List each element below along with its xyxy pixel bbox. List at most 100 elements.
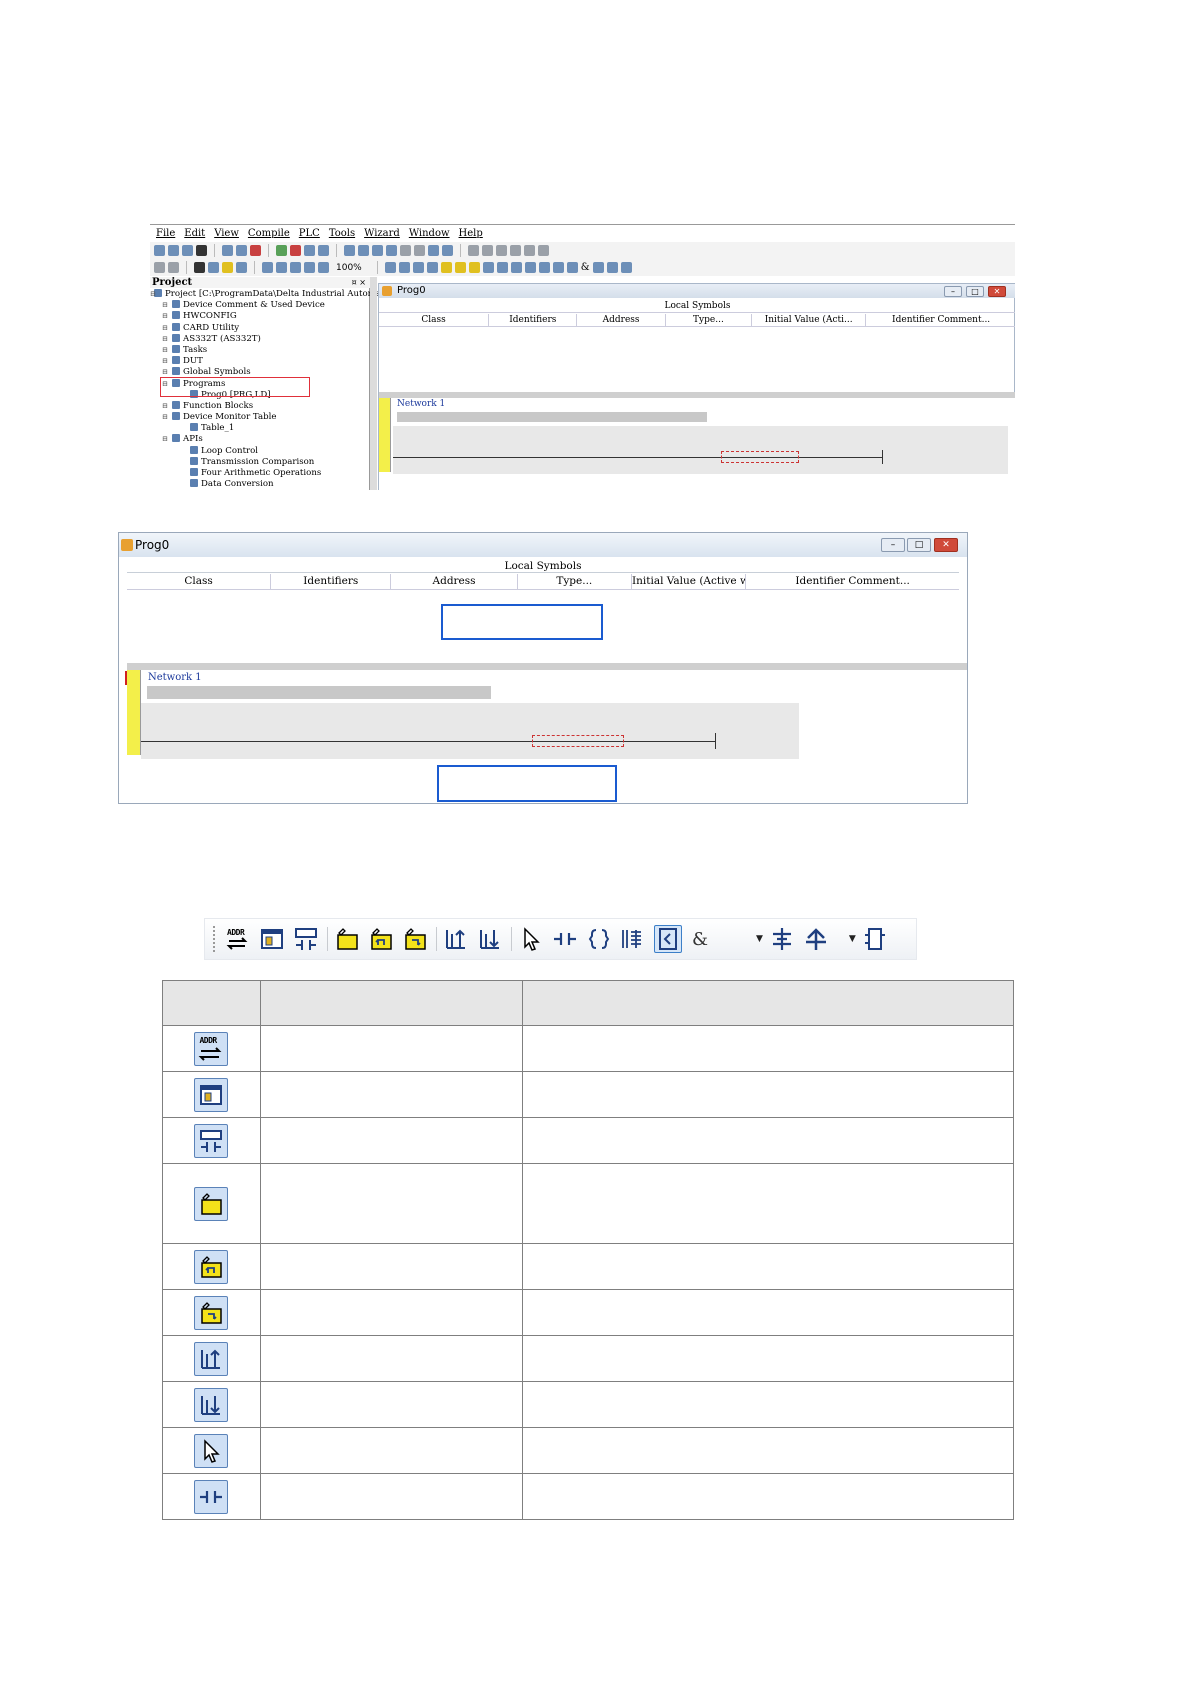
erase-icon[interactable]: [250, 245, 261, 256]
dropdown-arrow-icon[interactable]: ▼: [849, 934, 856, 944]
column-identifiers[interactable]: Identifiers: [489, 314, 578, 326]
tree-item[interactable]: ⊟ Device Monitor Table: [150, 412, 370, 423]
stop-icon[interactable]: [290, 245, 301, 256]
tree-item[interactable]: Table_1: [150, 423, 370, 434]
menu-plc[interactable]: PLC: [299, 228, 320, 239]
toolbar-disabled-icon[interactable]: [496, 245, 507, 256]
and-icon[interactable]: &: [581, 262, 590, 273]
tree-expander-icon[interactable]: ⊟: [162, 323, 168, 334]
tree-item[interactable]: Transmission Comparison: [150, 456, 370, 468]
run-icon[interactable]: [276, 245, 287, 256]
minimize-button[interactable]: –: [944, 286, 962, 297]
redo-network-icon[interactable]: [468, 262, 480, 273]
edit-network-icon[interactable]: [334, 926, 360, 952]
open-file-icon[interactable]: [168, 245, 179, 256]
upload-icon[interactable]: [358, 245, 369, 256]
find-icon[interactable]: [428, 245, 439, 256]
tree-expander-icon[interactable]: ⊟: [162, 334, 168, 345]
print-icon[interactable]: [196, 245, 207, 256]
tree-item[interactable]: ⊟ HWCONFIG: [150, 311, 370, 322]
insert-row-up-icon[interactable]: [443, 926, 469, 952]
ladder-editor[interactable]: Network 1: [379, 398, 1015, 490]
tree-expander-icon[interactable]: ⊟: [150, 289, 156, 300]
toolbar-disabled-icon[interactable]: [468, 245, 479, 256]
toolbar-disabled-icon[interactable]: [482, 245, 493, 256]
function-block-icon[interactable]: [654, 925, 682, 953]
tree-item[interactable]: ⊟ DUT: [150, 356, 370, 367]
addr-toggle-icon[interactable]: [384, 262, 396, 273]
api-instruction-icon[interactable]: [552, 262, 564, 273]
pin-close-icon[interactable]: ¤ ×: [352, 277, 370, 288]
menu-window[interactable]: Window: [409, 228, 450, 239]
contact-comment-icon[interactable]: [412, 262, 424, 273]
coil-icon[interactable]: [586, 926, 612, 952]
minimize-button[interactable]: –: [881, 538, 905, 552]
toolbar-disabled-icon[interactable]: [538, 245, 549, 256]
menu-file[interactable]: File: [156, 228, 175, 239]
panel-splitter[interactable]: [370, 277, 377, 490]
zoom-level[interactable]: 100%: [336, 263, 362, 273]
branch-up-icon[interactable]: [803, 926, 829, 952]
symbol-table-icon[interactable]: [259, 926, 285, 952]
edit-network-icon[interactable]: [440, 262, 452, 273]
and-icon[interactable]: &: [690, 926, 710, 952]
column-identifier-comment[interactable]: Identifier Comment...: [746, 574, 959, 589]
monitor-icon[interactable]: [318, 245, 329, 256]
tree-expander-icon[interactable]: ⊟: [162, 345, 168, 356]
delete-icon[interactable]: [236, 262, 247, 273]
select-pointer-icon[interactable]: [510, 262, 522, 273]
tree-expander-icon[interactable]: ⊟: [162, 356, 168, 367]
paste-icon[interactable]: [222, 262, 233, 273]
zoom-out-icon[interactable]: [318, 262, 329, 273]
api-instruction-icon[interactable]: [620, 926, 646, 952]
column-class[interactable]: Class: [127, 574, 272, 589]
tree-expander-icon[interactable]: ⊟: [162, 401, 168, 412]
toolbar-disabled-icon[interactable]: [524, 245, 535, 256]
menu-wizard[interactable]: Wizard: [364, 228, 400, 239]
branch-up-icon[interactable]: [606, 262, 618, 273]
close-button[interactable]: ✕: [934, 538, 958, 552]
tree-item[interactable]: Data Conversion: [150, 479, 370, 490]
tree-expander-icon[interactable]: ⊟: [162, 434, 168, 445]
settings-icon[interactable]: [442, 245, 453, 256]
tree-item[interactable]: ⊟ Project [C:\ProgramData\Delta Industria…: [150, 289, 398, 300]
network-marker[interactable]: [379, 398, 391, 472]
vertical-line-icon[interactable]: [592, 262, 604, 273]
column-initial-value[interactable]: Initial Value (Acti...: [752, 314, 867, 326]
toolbar-disabled-icon[interactable]: [414, 245, 425, 256]
tree-expander-icon[interactable]: ⊟: [162, 412, 168, 423]
save-icon[interactable]: [182, 245, 193, 256]
replace-icon[interactable]: [276, 262, 287, 273]
tree-item[interactable]: Loop Control: [150, 445, 370, 457]
tree-item[interactable]: ⊟ CARD Utility: [150, 322, 370, 334]
dropdown-arrow-icon[interactable]: ▼: [756, 934, 763, 944]
menu-view[interactable]: View: [214, 228, 239, 239]
undo-network-icon[interactable]: [454, 262, 466, 273]
layout-icon[interactable]: [236, 245, 247, 256]
new-file-icon[interactable]: [154, 245, 165, 256]
menu-help[interactable]: Help: [459, 228, 483, 239]
insert-row-down-icon[interactable]: [496, 262, 508, 273]
column-address[interactable]: Address: [577, 314, 666, 326]
menu-tools[interactable]: Tools: [329, 228, 355, 239]
network-comment-bar[interactable]: [397, 412, 707, 422]
addr-toggle-icon[interactable]: ADDR: [225, 926, 251, 952]
coil-icon[interactable]: [538, 262, 550, 273]
maximize-button[interactable]: □: [907, 538, 931, 552]
tree-expander-icon[interactable]: ⊟: [162, 300, 168, 311]
column-initial-value[interactable]: Initial Value (Active w...: [632, 574, 747, 589]
tree-item[interactable]: ⊟ Function Blocks: [150, 400, 370, 412]
close-button[interactable]: ✕: [988, 286, 1006, 297]
column-address[interactable]: Address: [391, 574, 518, 589]
rung-area[interactable]: [393, 426, 1008, 474]
find-icon[interactable]: [262, 262, 273, 273]
vertical-line-icon[interactable]: [769, 926, 795, 952]
tree-item[interactable]: Four Arithmetic Operations: [150, 468, 370, 479]
tree-item[interactable]: ⊟ Tasks: [150, 344, 370, 356]
toolbar-grip[interactable]: [213, 926, 219, 952]
toolbar-disabled-icon[interactable]: [510, 245, 521, 256]
zoom-in-icon[interactable]: [304, 262, 315, 273]
rung-area[interactable]: [141, 703, 799, 759]
window-icon[interactable]: [426, 262, 438, 273]
forward-icon[interactable]: [168, 262, 179, 273]
